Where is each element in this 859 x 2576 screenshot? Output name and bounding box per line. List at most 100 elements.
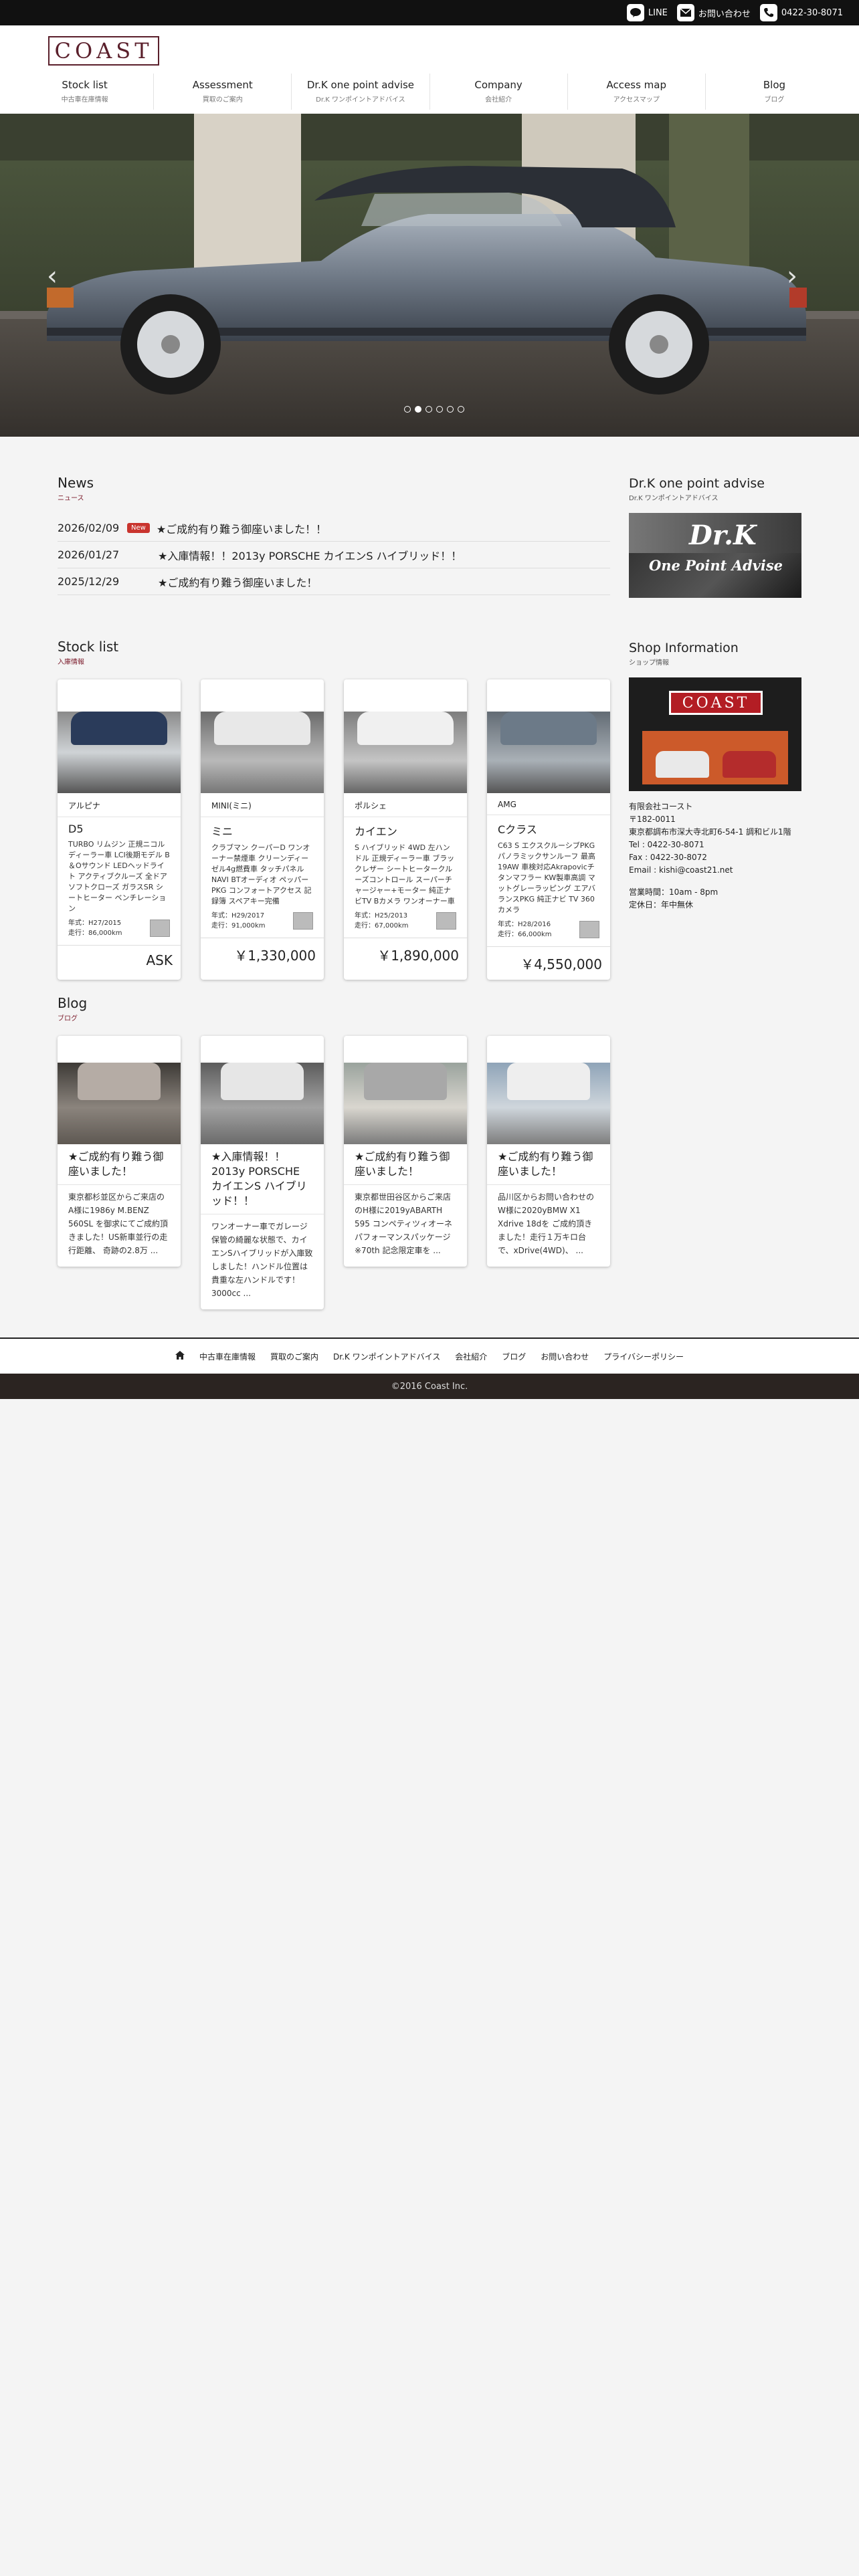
blog-card[interactable]: ★ご成約有り難う御座いました！ 品川区からお問い合わせのW様に2020yBMW …: [487, 1036, 610, 1267]
slider-dot[interactable]: [458, 406, 464, 413]
nav-label: Stock list: [62, 79, 108, 91]
footer-link-privacy[interactable]: プライバシーポリシー: [603, 1351, 684, 1362]
footer-link-blog[interactable]: ブログ: [502, 1351, 526, 1362]
nav-sublabel: 会社紹介: [485, 96, 512, 104]
car-photo: [344, 712, 467, 793]
blog-post-title: ★ご成約有り難う御座いました！: [487, 1144, 610, 1185]
blog-subtitle: ブログ: [58, 1015, 78, 1023]
car-maker: MINI(ミニ): [201, 793, 324, 817]
nav-sublabel: アクセスマップ: [613, 96, 660, 104]
shop-info-subtitle: ショップ情報: [629, 659, 669, 667]
phone-link[interactable]: 0422-30-8071: [759, 4, 843, 21]
phone-number: 0422-30-8071: [781, 7, 843, 18]
car-maker: ポルシェ: [344, 793, 467, 817]
car-description: クラブマン クーパーD ワンオーナー禁煙車 クリーンディーゼル4g燃費車 タッチ…: [211, 843, 312, 905]
blog-section: Blog ブログ ★ご成約有り難う御座いました！ 東京都杉並区からご来店のA様に…: [58, 995, 613, 1309]
slider-dot[interactable]: [404, 406, 411, 413]
footer-nav: 中古車在庫情報 買取のご案内 Dr.K ワンポイントアドバイス 会社紹介 ブログ…: [0, 1337, 859, 1374]
news-item[interactable]: 2026/01/27 ★入庫情報！！2013y PORSCHE カイエンS ハイ…: [58, 542, 610, 568]
footer-link-contact[interactable]: お問い合わせ: [541, 1351, 589, 1362]
blog-post-title: ★ご成約有り難う御座いました！: [58, 1144, 181, 1185]
car-thumbnail: [436, 912, 456, 930]
advise-banner-subtitle: One Point Advise: [648, 557, 783, 574]
site-logo[interactable]: COAST: [48, 36, 159, 66]
line-link[interactable]: LINE: [626, 4, 668, 21]
shop-address: 東京都調布市深大寺北町6-54-1 調和ビル1階: [629, 827, 791, 837]
news-date: 2025/12/29: [58, 575, 120, 588]
news-item[interactable]: 2026/02/09 New ★ご成約有り難う御座いました！！: [58, 515, 610, 542]
nav-sublabel: 買取のご案内: [202, 96, 243, 104]
stock-card[interactable]: AMG Cクラス C63 S エクスクルーシブPKG パノラミックサンルーフ 最…: [487, 679, 610, 980]
car-photo: [58, 712, 181, 793]
news-title: News: [58, 475, 94, 491]
nav-stock-list[interactable]: Stock list 中古車在庫情報: [16, 74, 153, 110]
nav-assessment[interactable]: Assessment 買取のご案内: [153, 74, 291, 110]
blog-photo: [344, 1063, 467, 1144]
slider-dot[interactable]: [447, 406, 454, 413]
nav-advise[interactable]: Dr.K one point advise Dr.K ワンポイントアドバイス: [291, 74, 429, 110]
nav-company[interactable]: Company 会社紹介: [429, 74, 567, 110]
news-text: ★ご成約有り難う御座いました！！: [156, 522, 327, 536]
nav-access-map[interactable]: Access map アクセスマップ: [567, 74, 705, 110]
site-header: COAST Stock list 中古車在庫情報 Assessment 買取のご案内…: [0, 25, 859, 114]
stock-card[interactable]: MINI(ミニ) ミニ クラブマン クーパーD ワンオーナー禁煙車 クリーンディ…: [201, 679, 324, 980]
blog-card[interactable]: ★入庫情報！！2013y PORSCHE カイエンS ハイブリッド！！ ワンオー…: [201, 1036, 324, 1309]
slider-dot-active[interactable]: [415, 406, 421, 413]
nav-blog[interactable]: Blog ブログ: [704, 74, 843, 110]
advise-section: Dr.K one point advise Dr.K ワンポイントアドバイス D…: [629, 476, 801, 598]
footer-link-advise[interactable]: Dr.K ワンポイントアドバイス: [333, 1351, 440, 1362]
hero-prev-arrow[interactable]: ‹: [47, 261, 58, 292]
advise-subtitle: Dr.K ワンポイントアドバイス: [629, 495, 719, 502]
footer-link-stock[interactable]: 中古車在庫情報: [199, 1351, 256, 1362]
car-thumbnail: [293, 912, 313, 930]
nav-label: Blog: [763, 79, 786, 91]
car-description: TURBO リムジン 正規ニコルディーラー車 LCI後期モデル B＆Oサウンド …: [68, 840, 170, 913]
footer-link-company[interactable]: 会社紹介: [455, 1351, 487, 1362]
news-item[interactable]: 2025/12/29 ★ご成約有り難う御座いました！: [58, 568, 610, 595]
car-price: ￥4,550,000: [487, 946, 610, 980]
stock-card[interactable]: アルピナ D5 TURBO リムジン 正規ニコルディーラー車 LCI後期モデル …: [58, 679, 181, 980]
shop-email[interactable]: Email : kishi@coast21.net: [629, 864, 801, 877]
hero-slider: ‹ ›: [0, 114, 859, 437]
top-bar: LINE お問い合わせ 0422-30-8071: [0, 0, 859, 25]
blog-excerpt: ワンオーナー車でガレージ保管の綺麗な状態で、カイエンSハイブリッドが入庫致しまし…: [211, 1222, 313, 1298]
nav-label: Dr.K one point advise: [306, 79, 415, 91]
shop-zip: 〒182-0011: [629, 815, 676, 824]
advise-banner[interactable]: Dr.K One Point Advise: [629, 513, 801, 598]
home-icon[interactable]: [175, 1351, 185, 1362]
footer-link-assessment[interactable]: 買取のご案内: [270, 1351, 318, 1362]
shop-holiday: 定休日：年中無休: [629, 900, 694, 909]
blog-card[interactable]: ★ご成約有り難う御座いました！ 東京都世田谷区からご来店のH様に2019yABA…: [344, 1036, 467, 1267]
car-meta: 年式：H27/2015 走行：86,000km: [58, 914, 181, 938]
blog-photo: [487, 1063, 610, 1144]
nav-label: Company: [474, 79, 522, 91]
shop-photo: COAST: [629, 677, 801, 791]
nav-sublabel: ブログ: [764, 96, 785, 104]
blog-excerpt: 東京都世田谷区からご来店のH様に2019yABARTH 595 コンペティツィオ…: [355, 1192, 452, 1255]
blog-photo: [58, 1063, 181, 1144]
slider-dot[interactable]: [425, 406, 432, 413]
blog-title: Blog: [58, 995, 88, 1011]
hero-car-image: [0, 114, 859, 437]
shop-company: 有限会社コースト: [629, 802, 693, 811]
stock-section: Stock list 入庫情報 アルピナ D5 TURBO リムジン 正規ニコル…: [58, 639, 613, 980]
logo-text: COAST: [54, 38, 153, 64]
mail-icon: [676, 4, 694, 21]
car-photo: [201, 712, 324, 793]
main-nav: Stock list 中古車在庫情報 Assessment 買取のご案内 Dr.K …: [16, 74, 843, 110]
slider-dot[interactable]: [436, 406, 443, 413]
shop-tel[interactable]: Tel : 0422-30-8071: [629, 839, 801, 851]
contact-link[interactable]: お問い合わせ: [676, 4, 751, 21]
stock-card[interactable]: ポルシェ カイエン S ハイブリッド 4WD 左ハンドル 正規ディーラー車 ブラ…: [344, 679, 467, 980]
nav-sublabel: 中古車在庫情報: [61, 96, 108, 104]
shop-fax: Fax : 0422-30-8072: [629, 853, 707, 862]
nav-label: Access map: [606, 79, 666, 91]
blog-post-title: ★ご成約有り難う御座いました！: [344, 1144, 467, 1185]
advise-banner-title: Dr.K: [689, 520, 757, 551]
hero-next-arrow[interactable]: ›: [787, 261, 797, 292]
car-price: ASK: [58, 945, 181, 975]
blog-card[interactable]: ★ご成約有り難う御座いました！ 東京都杉並区からご来店のA様に1986y M.B…: [58, 1036, 181, 1267]
news-subtitle: ニュース: [58, 495, 84, 502]
stock-title: Stock list: [58, 639, 119, 655]
shop-info-title: Shop Information: [629, 641, 739, 655]
